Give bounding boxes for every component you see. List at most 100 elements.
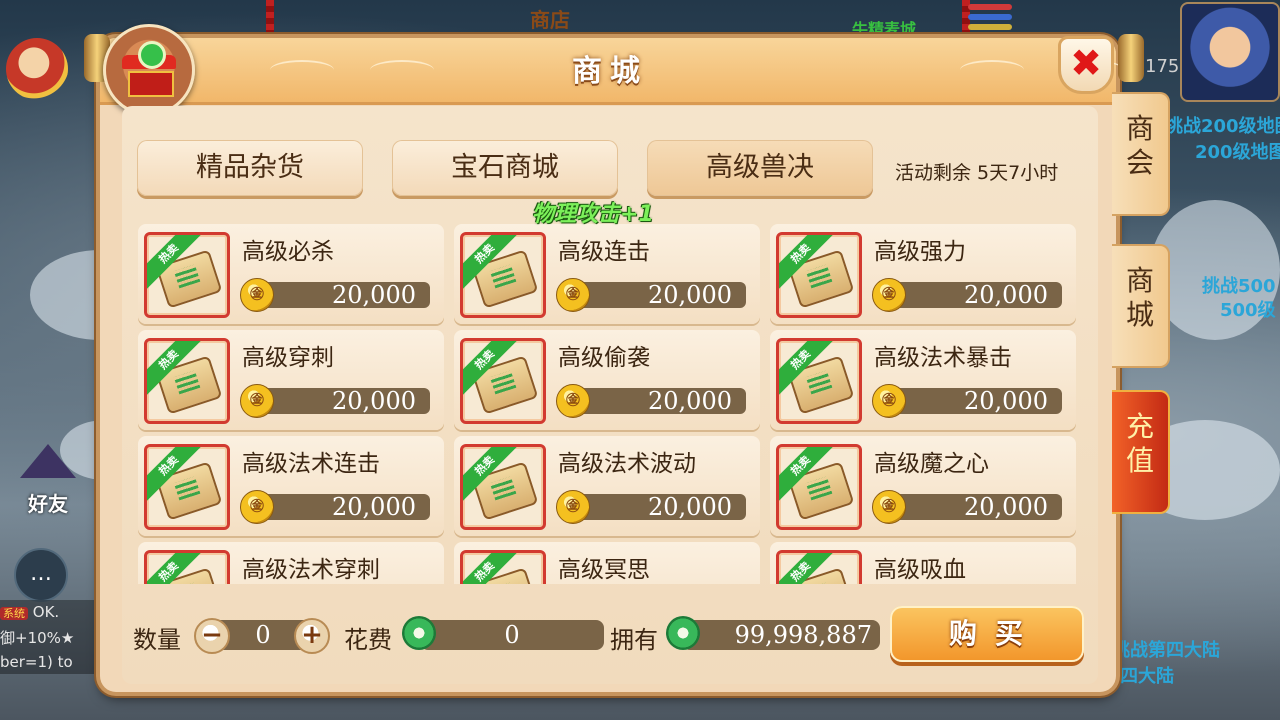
- straw-hat-icon: [20, 444, 76, 478]
- quantity-label: 数量: [133, 626, 181, 654]
- side-tab-label: 商会: [1125, 112, 1154, 179]
- chat-line: 御+10%★: [0, 629, 75, 647]
- minus-button[interactable]: −: [194, 618, 230, 654]
- tab-general-goods[interactable]: 精品杂货: [137, 140, 363, 196]
- npc-name-label: 牛精麦城: [852, 20, 917, 39]
- close-button[interactable]: ✖: [1058, 36, 1114, 94]
- skill-book-scroll-icon: 热卖: [776, 550, 862, 584]
- item-name: 高级偷袭: [558, 345, 650, 371]
- chat-line: ber=1) to: [0, 653, 73, 671]
- plus-button[interactable]: +: [294, 618, 330, 654]
- shop-item-card[interactable]: 热卖 高级冥思: [454, 542, 760, 584]
- status-bars: [968, 4, 1012, 34]
- gold-coin-icon: ㊎: [556, 490, 590, 524]
- skill-book-scroll-icon: 热卖: [144, 232, 230, 318]
- skill-book-scroll-icon: 热卖: [460, 338, 546, 424]
- item-price: 20,000: [894, 282, 1062, 308]
- shop-item-card[interactable]: 热卖 高级魔之心 20,000 ㊎: [770, 436, 1076, 536]
- gold-coin-icon: ㊎: [556, 278, 590, 312]
- item-price: 20,000: [894, 494, 1062, 520]
- cost-value: 0: [504, 621, 520, 649]
- map-label: 挑战200级地图: [1165, 116, 1280, 137]
- item-price: 20,000: [262, 388, 430, 414]
- shop-item-card[interactable]: 热卖 高级法术连击 20,000 ㊎: [138, 436, 444, 536]
- item-price: 20,000: [262, 494, 430, 520]
- skill-book-scroll-icon: 热卖: [144, 338, 230, 424]
- item-name: 高级必杀: [242, 239, 334, 265]
- chat-log: 系统 OK. 御+10%★ ber=1) to: [0, 600, 110, 674]
- gold-coin-icon: ㊎: [872, 490, 906, 524]
- gold-coin-icon: ㊎: [872, 384, 906, 418]
- map-label: 200级地图: [1195, 142, 1280, 163]
- gold-coin-icon: ㊎: [556, 384, 590, 418]
- skill-book-scroll-icon: 热卖: [144, 444, 230, 530]
- item-name: 高级魔之心: [874, 451, 989, 477]
- item-name: 高级法术穿刺: [242, 557, 380, 583]
- side-tab-guild-shop[interactable]: 商会: [1112, 92, 1170, 216]
- shop-item-card[interactable]: 热卖 高级穿刺 20,000 ㊎: [138, 330, 444, 430]
- floating-buff-text: 物理攻击+1: [532, 202, 654, 227]
- friends-button[interactable]: 好友: [14, 444, 80, 516]
- owned-label: 拥有: [610, 626, 658, 654]
- skill-book-scroll-icon: 热卖: [460, 550, 546, 584]
- side-tab-mall[interactable]: 商城: [1112, 244, 1170, 368]
- skill-book-scroll-icon: 热卖: [460, 232, 546, 318]
- shop-sign: 商店: [530, 8, 570, 32]
- fortune-god-icon[interactable]: [6, 38, 68, 100]
- tab-gem-shop[interactable]: 宝石商城: [392, 140, 618, 196]
- skill-book-scroll-icon: 热卖: [776, 232, 862, 318]
- shop-item-card[interactable]: 热卖 高级吸血: [770, 542, 1076, 584]
- tab-advanced-skills[interactable]: 高级兽决: [647, 140, 873, 196]
- item-name: 高级穿刺: [242, 345, 334, 371]
- item-price: 20,000: [894, 388, 1062, 414]
- scroll-roller-right: [1118, 34, 1144, 82]
- shop-item-card[interactable]: 热卖 高级偷袭 20,000 ㊎: [454, 330, 760, 430]
- item-price: 20,000: [578, 388, 746, 414]
- skill-book-scroll-icon: 热卖: [776, 444, 862, 530]
- shop-item-card[interactable]: 热卖 高级法术穿刺: [138, 542, 444, 584]
- item-name: 高级法术连击: [242, 451, 380, 477]
- rope-decoration: [266, 0, 274, 36]
- skill-book-scroll-icon: 热卖: [776, 338, 862, 424]
- shop-item-card[interactable]: 热卖 高级连击 20,000 ㊎: [454, 224, 760, 324]
- shop-pavilion-icon: [103, 24, 195, 116]
- system-tag: 系统: [0, 607, 28, 620]
- side-tab-label: 商城: [1125, 264, 1154, 331]
- map-label: 挑战500: [1202, 276, 1276, 297]
- owned-value: 99,998,887: [734, 621, 872, 649]
- page-title: 商城: [572, 54, 648, 89]
- item-name: 高级连击: [558, 239, 650, 265]
- side-tab-label: 充值: [1125, 410, 1154, 477]
- friends-label: 好友: [28, 492, 68, 516]
- map-label: 挑战第四大陆: [1112, 640, 1220, 661]
- chat-bubble-icon: …: [30, 561, 52, 586]
- item-name: 高级法术波动: [558, 451, 696, 477]
- event-countdown: 活动剩余 5天7小时: [895, 162, 1059, 184]
- cost-label: 花费: [344, 626, 392, 654]
- side-tab-recharge[interactable]: 充值: [1112, 390, 1170, 514]
- chat-button[interactable]: …: [14, 548, 68, 602]
- shop-item-card[interactable]: 热卖 高级强力 20,000 ㊎: [770, 224, 1076, 324]
- hero-avatar[interactable]: [1180, 2, 1280, 102]
- item-price: 20,000: [578, 494, 746, 520]
- skill-book-scroll-icon: 热卖: [460, 444, 546, 530]
- skill-book-scroll-icon: 热卖: [144, 550, 230, 584]
- shop-item-card[interactable]: 热卖 高级必杀 20,000 ㊎: [138, 224, 444, 324]
- gold-coin-icon: ㊎: [240, 490, 274, 524]
- gold-coin-icon: ㊎: [872, 278, 906, 312]
- gold-coin-icon: ㊎: [240, 278, 274, 312]
- shop-item-card[interactable]: 热卖 高级法术暴击 20,000 ㊎: [770, 330, 1076, 430]
- quantity-input[interactable]: 0: [236, 621, 290, 649]
- item-price: 20,000: [262, 282, 430, 308]
- item-name: 高级吸血: [874, 557, 966, 583]
- item-name: 高级强力: [874, 239, 966, 265]
- shop-item-card[interactable]: 热卖 高级法术波动 20,000 ㊎: [454, 436, 760, 536]
- gold-coin-icon: ㊎: [240, 384, 274, 418]
- item-name: 高级法术暴击: [874, 345, 1012, 371]
- item-name: 高级冥思: [558, 557, 650, 583]
- buy-button[interactable]: 购买: [890, 606, 1084, 662]
- item-price: 20,000: [578, 282, 746, 308]
- hero-level: 175: [1145, 56, 1180, 77]
- chat-line: OK.: [32, 603, 60, 621]
- item-grid: 热卖 高级必杀 20,000 ㊎热卖 高级连击 20,000 ㊎热卖 高级强力 20,000 ㊎热…: [138, 224, 1082, 584]
